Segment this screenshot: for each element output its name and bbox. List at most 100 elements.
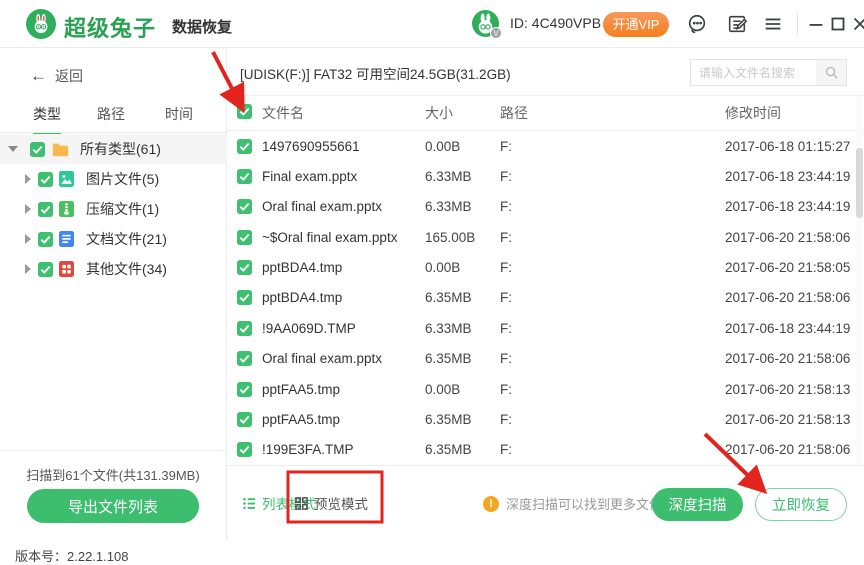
file-row[interactable]: pptBDA4.tmp 6.35MB F: 2017-06-20 21:58:06 (227, 283, 864, 313)
preview-mode-button[interactable]: 预览模式 (294, 493, 368, 513)
tree-item[interactable]: 文档文件(21) (0, 224, 227, 254)
checkbox-checked[interactable] (38, 231, 53, 247)
recover-now-button[interactable]: 立即恢复 (755, 488, 847, 521)
folder-icon (52, 143, 69, 156)
caret-down-icon[interactable] (8, 146, 18, 152)
checkbox-checked[interactable] (237, 104, 252, 119)
maximize-button[interactable] (827, 13, 849, 35)
user-avatar[interactable]: V (472, 10, 502, 39)
checkbox-checked[interactable] (237, 351, 252, 367)
column-size[interactable]: 大小 (425, 103, 500, 123)
sidebar-footer: 扫描到61个文件(共131.39MB) 导出文件列表 (0, 450, 226, 540)
file-modified: 2017-06-20 21:58:06 (725, 442, 851, 458)
caret-right-icon[interactable] (25, 264, 31, 274)
checkbox-checked[interactable] (38, 201, 53, 217)
feedback-icon[interactable] (726, 13, 748, 35)
back-button[interactable]: ← 返回 (30, 66, 83, 86)
close-button[interactable] (849, 13, 864, 35)
caret-right-icon[interactable] (25, 234, 31, 244)
image-file-icon (59, 171, 74, 187)
product-title: 数据恢复 (172, 19, 233, 36)
tree-item[interactable]: 图片文件(5) (0, 164, 227, 194)
document-file-icon (59, 231, 74, 247)
file-modified: 2017-06-20 21:58:13 (725, 411, 851, 427)
file-row[interactable]: !9AA069D.TMP 6.33MB F: 2017-06-18 23:44:19 (227, 313, 864, 343)
file-modified: 2017-06-18 23:44:19 (725, 169, 851, 185)
file-row[interactable]: ~$Oral final exam.pptx 165.00B F: 2017-06-2… (227, 222, 864, 252)
checkbox-checked[interactable] (237, 442, 252, 458)
column-modified[interactable]: 修改时间 (725, 103, 864, 123)
tree-item-label: 其他文件(34) (86, 261, 167, 277)
list-mode-icon (243, 497, 256, 509)
checkbox-checked[interactable] (237, 138, 252, 154)
checkbox-checked[interactable] (38, 261, 53, 277)
menu-icon[interactable] (762, 13, 784, 35)
file-size: 6.35MB (425, 351, 472, 367)
deep-scan-button[interactable]: 深度扫描 (652, 488, 743, 521)
file-row[interactable]: Final exam.pptx 6.33MB F: 2017-06-18 23:44:… (227, 161, 864, 191)
tree-item[interactable]: 其他文件(34) (0, 254, 227, 284)
file-name: pptFAA5.tmp (262, 411, 341, 427)
title-bar: 超级兔子 数据恢复 V ID: 4C490VPB 开通VIP (0, 0, 864, 48)
file-modified: 2017-06-18 01:15:27 (725, 138, 851, 154)
checkbox-checked[interactable] (237, 411, 252, 427)
file-path: F: (500, 260, 512, 276)
warning-icon: ! (483, 495, 499, 512)
file-name: pptBDA4.tmp (262, 290, 343, 306)
table-header: 文件名 大小 路径 修改时间 (227, 96, 864, 131)
search-icon[interactable] (816, 60, 846, 85)
search-input[interactable] (691, 60, 816, 85)
file-row[interactable]: !199E3FA.TMP 6.35MB F: 2017-06-20 21:58:06 (227, 435, 864, 465)
tab-path[interactable]: 路径 (97, 104, 125, 133)
file-row[interactable]: pptBDA4.tmp 0.00B F: 2017-06-20 21:58:05 (227, 252, 864, 282)
checkbox-checked[interactable] (237, 260, 252, 276)
checkbox-checked[interactable] (237, 229, 252, 245)
file-name: Final exam.pptx (262, 169, 358, 185)
minimize-button[interactable] (805, 13, 827, 35)
preview-mode-icon (295, 496, 308, 510)
checkbox-checked[interactable] (30, 141, 45, 157)
customer-service-icon[interactable] (686, 13, 708, 35)
file-path: F: (500, 351, 512, 367)
tab-time[interactable]: 时间 (165, 104, 193, 133)
tree-item[interactable]: 所有类型(61) (0, 134, 227, 164)
scan-summary: 扫描到61个文件(共131.39MB) (26, 468, 200, 483)
tree-item-label: 文档文件(21) (86, 231, 167, 247)
scrollbar-thumb[interactable] (856, 148, 863, 218)
file-path: F: (500, 442, 512, 458)
column-path[interactable]: 路径 (500, 103, 725, 123)
checkbox-checked[interactable] (237, 199, 252, 215)
file-row[interactable]: Oral final exam.pptx 6.35MB F: 2017-06-20 2… (227, 344, 864, 374)
file-path: F: (500, 411, 512, 427)
export-file-list-button[interactable]: 导出文件列表 (27, 489, 199, 523)
checkbox-checked[interactable] (237, 320, 252, 336)
file-modified: 2017-06-18 23:44:19 (725, 320, 851, 336)
v-badge: V (490, 27, 502, 39)
file-row[interactable]: pptFAA5.tmp 6.35MB F: 2017-06-20 21:58:13 (227, 404, 864, 434)
brand-title: 超级兔子 (64, 16, 157, 41)
checkbox-checked[interactable] (237, 290, 252, 306)
scrollbar-track[interactable] (856, 96, 863, 465)
select-all-checkbox[interactable] (237, 104, 262, 122)
tab-type[interactable]: 类型 (33, 104, 61, 135)
file-modified: 2017-06-20 21:58:05 (725, 260, 851, 276)
tree-item-label: 压缩文件(1) (86, 201, 160, 217)
open-vip-button[interactable]: 开通VIP (603, 12, 669, 37)
search-box (690, 59, 847, 86)
file-row[interactable]: 1497690955661 0.00B F: 2017-06-18 01:15:27 (227, 131, 864, 161)
file-row[interactable]: Oral final exam.pptx 6.33MB F: 2017-06-18 2… (227, 192, 864, 222)
caret-right-icon[interactable] (25, 174, 31, 184)
file-modified: 2017-06-20 21:58:06 (725, 229, 851, 245)
file-size: 6.33MB (425, 169, 472, 185)
caret-right-icon[interactable] (25, 204, 31, 214)
checkbox-checked[interactable] (237, 381, 252, 397)
app-window: 超级兔子 数据恢复 V ID: 4C490VPB 开通VIP ← 返回 类型 路… (0, 0, 864, 540)
checkbox-checked[interactable] (237, 169, 252, 185)
file-modified: 2017-06-20 21:58:06 (725, 351, 851, 367)
file-row[interactable]: pptFAA5.tmp 0.00B F: 2017-06-20 21:58:13 (227, 374, 864, 404)
checkbox-checked[interactable] (38, 171, 53, 187)
tree-item[interactable]: 压缩文件(1) (0, 194, 227, 224)
file-path: F: (500, 320, 512, 336)
column-name[interactable]: 文件名 (262, 103, 425, 123)
file-name: Oral final exam.pptx (262, 351, 383, 367)
